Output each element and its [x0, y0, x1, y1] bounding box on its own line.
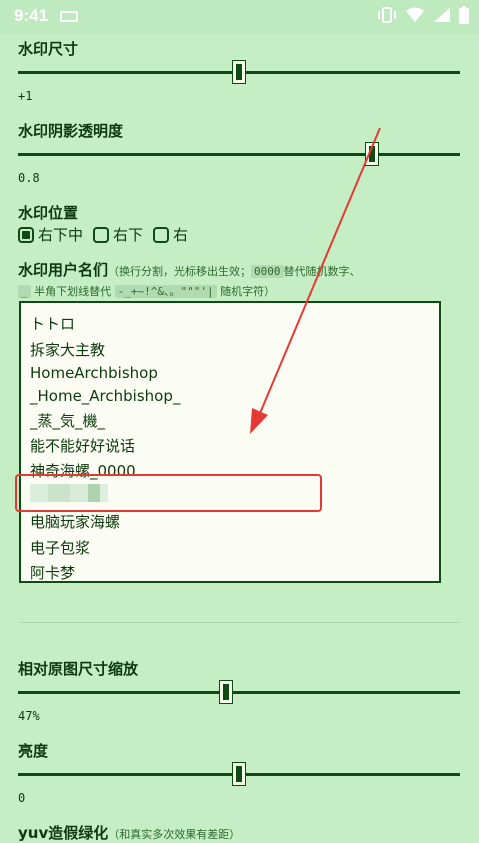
yuv-label: yuv造假绿化 — [18, 824, 109, 842]
section-divider — [20, 622, 460, 623]
brightness-label: 亮度 — [18, 742, 49, 760]
scale-value: 47% — [18, 709, 40, 723]
slider-thumb[interactable] — [232, 762, 246, 786]
scale-slider[interactable] — [18, 680, 460, 704]
yuv-label-row: yuv造假绿化（和真实多次效果有差距） — [18, 822, 240, 843]
brightness-slider[interactable] — [18, 762, 460, 786]
slider-track — [18, 691, 460, 694]
yuv-hint: （和真实多次效果有差距） — [108, 828, 241, 841]
scale-label: 相对原图尺寸缩放 — [18, 660, 139, 678]
annotation-arrow-icon — [250, 127, 381, 434]
brightness-value: 0 — [18, 791, 26, 805]
slider-thumb[interactable] — [218, 680, 233, 704]
